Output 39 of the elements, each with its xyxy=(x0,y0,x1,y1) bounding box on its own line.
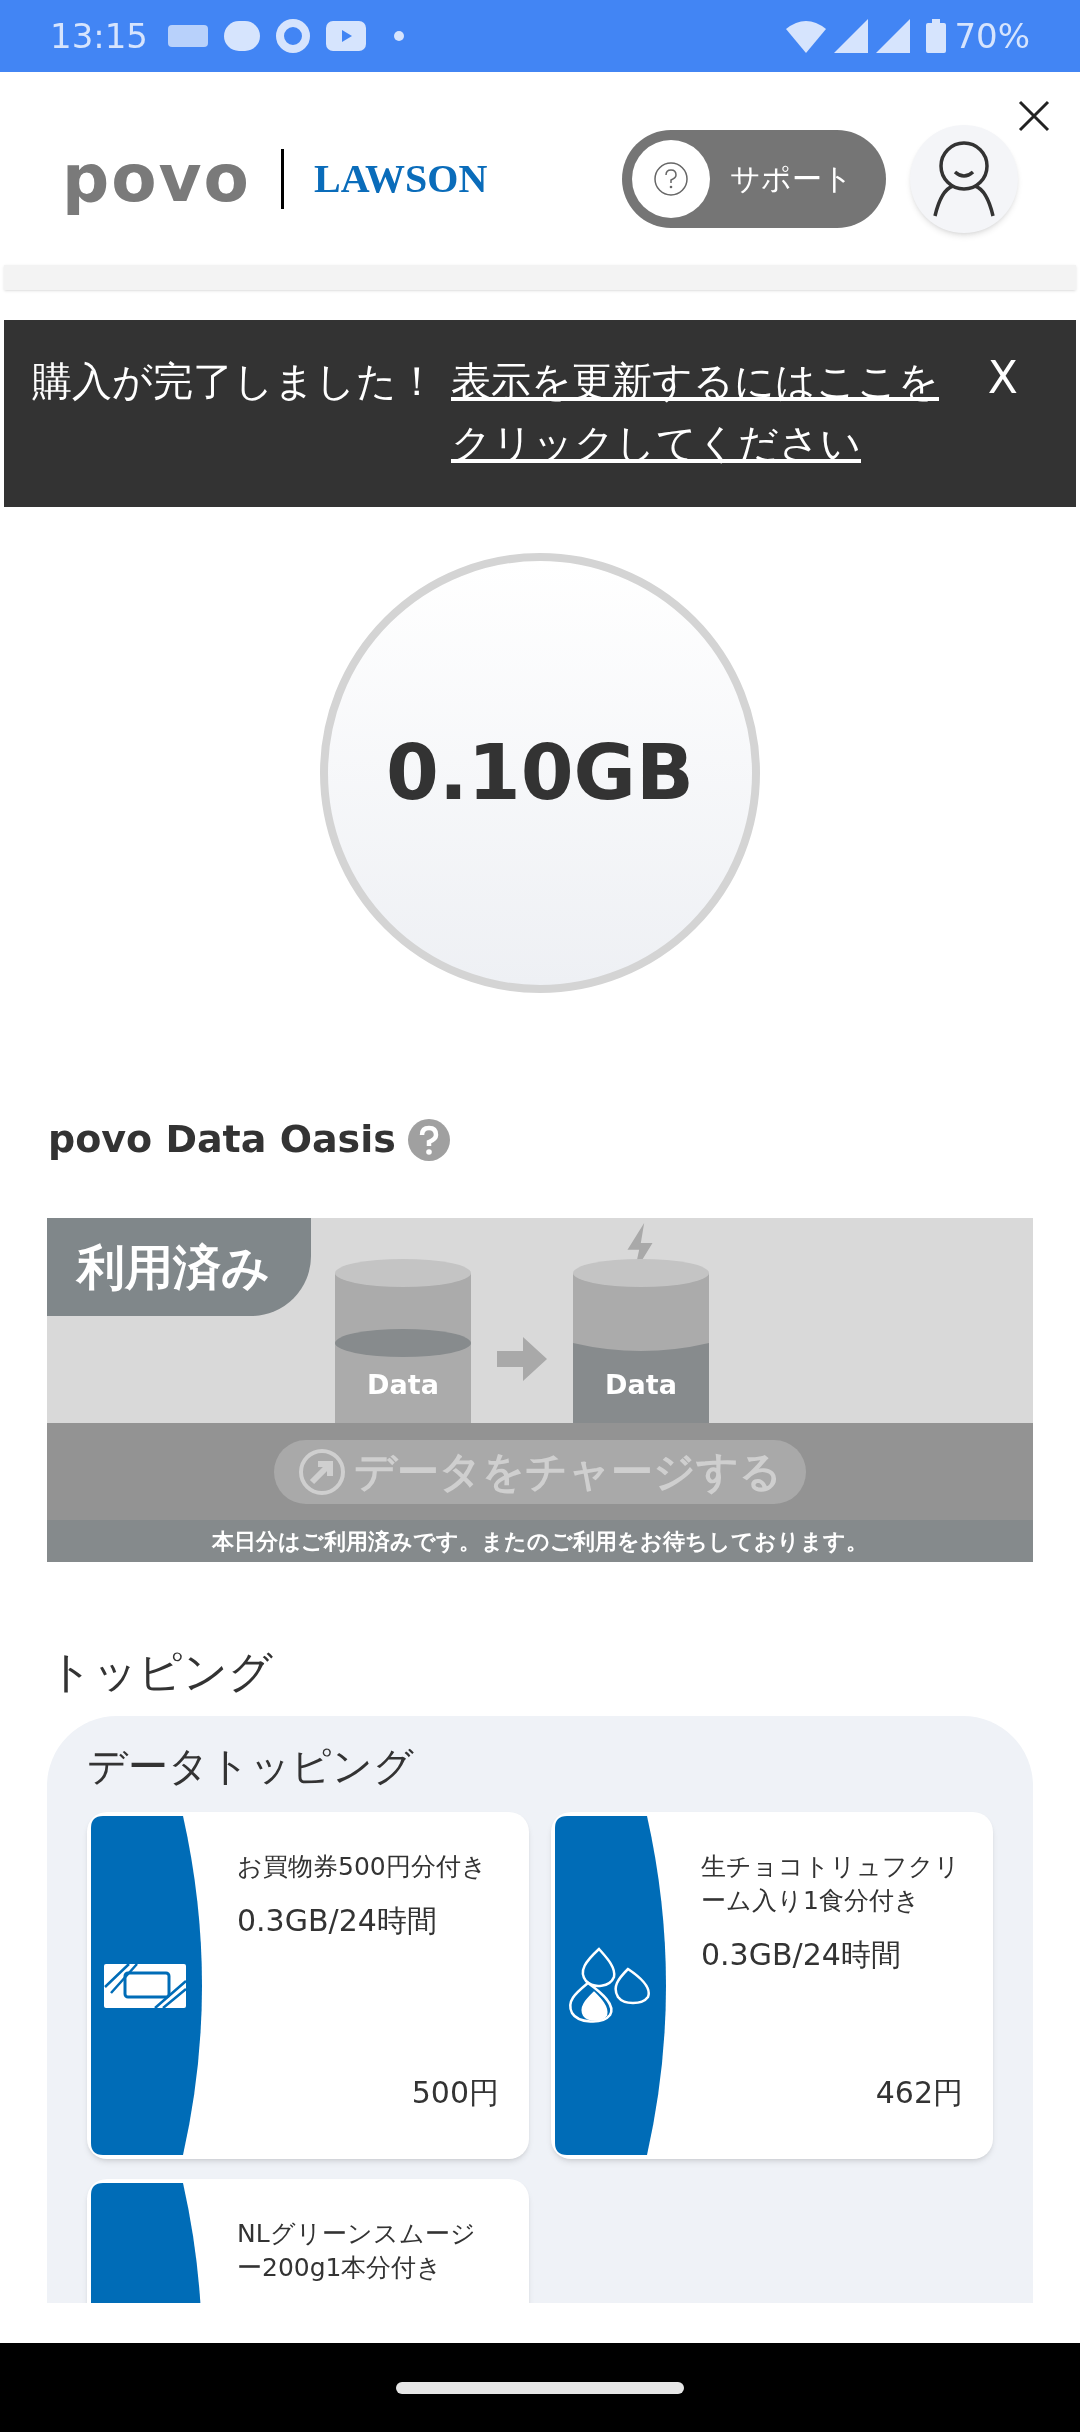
signal-icon xyxy=(834,19,869,53)
topping-name: 生チョコトリュフクリーム入り1食分付き xyxy=(701,1851,961,1917)
topping-data: 0.3GB/24時間 xyxy=(701,1936,902,1974)
topping-price: 500円 xyxy=(411,2074,499,2112)
status-time: 13:15 xyxy=(50,14,148,58)
close-icon[interactable] xyxy=(1018,100,1050,132)
section-title: トッピング xyxy=(47,1650,274,1694)
topping-price: 462円 xyxy=(875,2074,963,2112)
notice-close-button[interactable]: X xyxy=(987,356,1018,400)
used-badge: 利用済み xyxy=(47,1218,311,1316)
help-icon xyxy=(632,139,710,218)
battery-icon xyxy=(926,19,947,53)
signal-icon xyxy=(876,19,911,53)
lawson-logo: LAWSON xyxy=(313,158,488,199)
section-title: povo Data Oasis xyxy=(48,1116,396,1163)
wifi-icon xyxy=(786,19,827,53)
topping-name: NLグリーンスムージー200g1本分付き xyxy=(237,2218,477,2284)
home-handle[interactable] xyxy=(396,2381,684,2394)
support-button[interactable]: サポート xyxy=(622,129,886,228)
battery-level: 70% xyxy=(954,14,1030,58)
help-icon[interactable] xyxy=(407,1118,450,1161)
topping-name: お買物券500円分付き xyxy=(237,1851,488,1883)
notice-message: 購入が完了しました！ xyxy=(32,357,437,406)
arrow-circle-icon xyxy=(298,1447,346,1496)
ticket-icon xyxy=(103,1962,187,2009)
oasis-footer: 本日分はご利用済みです。またのご利用をお待ちしております。 xyxy=(212,1524,868,1558)
truffles-icon xyxy=(566,1946,652,2025)
cylinder-label: Data xyxy=(366,1371,440,1398)
data-remaining: 0.10GB xyxy=(386,727,694,819)
user-icon xyxy=(931,139,997,218)
play-icon xyxy=(326,21,366,51)
refresh-link[interactable]: 表示を更新するにはここをクリックしてください xyxy=(451,350,968,474)
arrow-icon xyxy=(497,1337,547,1381)
topping-card[interactable]: NLグリーンスムージー200g1本分付き xyxy=(87,2179,529,2303)
subsection-title: データトッピング xyxy=(87,1746,415,1786)
topping-card[interactable]: 生チョコトリュフクリーム入り1食分付き 0.3GB/24時間 462円 xyxy=(551,1812,993,2159)
topping-card[interactable]: お買物券500円分付き 0.3GB/24時間 500円 xyxy=(87,1812,529,2159)
cylinder-label: Data xyxy=(604,1371,678,1398)
topping-data: 0.3GB/24時間 xyxy=(237,1902,438,1940)
